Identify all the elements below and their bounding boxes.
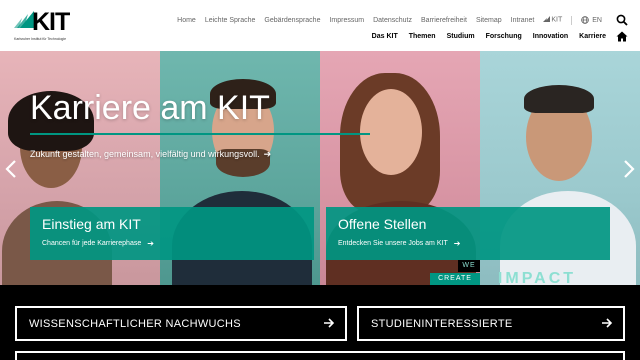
cta-wissenschaftlicher-nachwuchs[interactable]: WISSENSCHAFTLICHER NACHWUCHS bbox=[15, 306, 347, 341]
meta-link-gebaerdensprache[interactable]: Gebärdensprache bbox=[264, 17, 320, 24]
tile-einstieg-link: Chancen für jede Karrierephase ➔ bbox=[42, 239, 154, 248]
campaign-badge: WE CREATE bbox=[430, 260, 480, 285]
cta-label: STUDIENINTERESSIERTE bbox=[371, 318, 513, 330]
meta-nav: Home Leichte Sprache Gebärdensprache Imp… bbox=[168, 14, 628, 26]
kit-logo[interactable]: KIT Karlsruher Institut für Technologie bbox=[14, 8, 76, 44]
hero-title: Karriere am KIT bbox=[30, 89, 270, 127]
meta-link-datenschutz[interactable]: Datenschutz bbox=[373, 17, 412, 24]
arrow-right-icon bbox=[602, 318, 613, 328]
hero-subtitle: Zukunft gestalten, gemeinsam, vielfältig… bbox=[30, 149, 260, 159]
meta-link-sitemap[interactable]: Sitemap bbox=[476, 17, 502, 24]
tile-einstieg[interactable]: Einstieg am KIT Chancen für jede Karrier… bbox=[30, 207, 314, 260]
main-nav-das-kit[interactable]: Das KIT bbox=[372, 33, 398, 40]
chevron-right-icon[interactable] bbox=[622, 159, 636, 179]
main-nav: Das KIT Themen Studium Forschung Innovat… bbox=[361, 31, 628, 42]
hero-banner: Karriere am KIT Zukunft gestalten, gemei… bbox=[0, 51, 640, 285]
hero-title-underline bbox=[30, 133, 370, 135]
campaign-create: CREATE bbox=[430, 273, 480, 285]
arrow-right-icon: ➔ bbox=[263, 149, 272, 159]
main-nav-studium[interactable]: Studium bbox=[447, 33, 475, 40]
arrow-right-icon: ➔ bbox=[453, 239, 461, 248]
tile-offene-stellen-link: Entdecken Sie unsere Jobs am KIT ➔ bbox=[338, 239, 460, 248]
globe-icon bbox=[581, 16, 590, 24]
logo-text: KIT bbox=[32, 8, 70, 36]
meta-link-home[interactable]: Home bbox=[177, 17, 196, 24]
language-label: EN bbox=[592, 16, 602, 24]
tile-einstieg-title: Einstieg am KIT bbox=[42, 216, 141, 232]
logo-subtitle: Karlsruher Institut für Technologie bbox=[14, 37, 67, 41]
language-switch[interactable]: EN bbox=[581, 16, 602, 24]
arrow-right-icon bbox=[324, 318, 335, 328]
site-header: KIT Karlsruher Institut für Technologie … bbox=[0, 0, 640, 51]
search-icon[interactable] bbox=[616, 14, 628, 26]
meta-link-barrierefreiheit[interactable]: Barrierefreiheit bbox=[421, 17, 467, 24]
home-icon[interactable] bbox=[616, 31, 628, 42]
main-nav-innovation[interactable]: Innovation bbox=[533, 33, 568, 40]
arrow-right-icon: ➔ bbox=[147, 239, 154, 248]
main-nav-karriere[interactable]: Karriere bbox=[579, 33, 606, 40]
tile-einstieg-subtitle: Chancen für jede Karrierephase bbox=[42, 240, 142, 247]
tile-offene-stellen-title: Offene Stellen bbox=[338, 216, 427, 232]
campaign-impact: IMPACT bbox=[497, 270, 577, 286]
meta-link-impressum[interactable]: Impressum bbox=[329, 17, 364, 24]
cta-section: WISSENSCHAFTLICHER NACHWUCHS STUDIENINTE… bbox=[0, 285, 640, 360]
tile-offene-stellen[interactable]: Offene Stellen Entdecken Sie unsere Jobs… bbox=[326, 207, 610, 260]
meta-link-kit-label: KIT bbox=[551, 16, 563, 24]
tile-offene-stellen-subtitle: Entdecken Sie unsere Jobs am KIT bbox=[338, 240, 448, 247]
cta-partial-next[interactable] bbox=[15, 351, 625, 360]
kit-logo-mark-icon bbox=[14, 11, 34, 28]
cta-label: WISSENSCHAFTLICHER NACHWUCHS bbox=[29, 318, 241, 330]
hero-subtitle-link[interactable]: Zukunft gestalten, gemeinsam, vielfältig… bbox=[30, 149, 271, 160]
cta-studieninteressierte[interactable]: STUDIENINTERESSIERTE bbox=[357, 306, 625, 341]
main-nav-forschung[interactable]: Forschung bbox=[486, 33, 522, 40]
meta-link-intranet[interactable]: Intranet bbox=[511, 17, 535, 24]
chevron-left-icon[interactable] bbox=[4, 159, 18, 179]
meta-link-kit[interactable]: KIT bbox=[543, 16, 562, 24]
kit-mini-icon bbox=[543, 16, 551, 23]
campaign-we: WE bbox=[458, 260, 480, 272]
meta-link-leichte-sprache[interactable]: Leichte Sprache bbox=[205, 17, 256, 24]
meta-divider bbox=[571, 15, 573, 25]
main-nav-themen[interactable]: Themen bbox=[409, 33, 436, 40]
